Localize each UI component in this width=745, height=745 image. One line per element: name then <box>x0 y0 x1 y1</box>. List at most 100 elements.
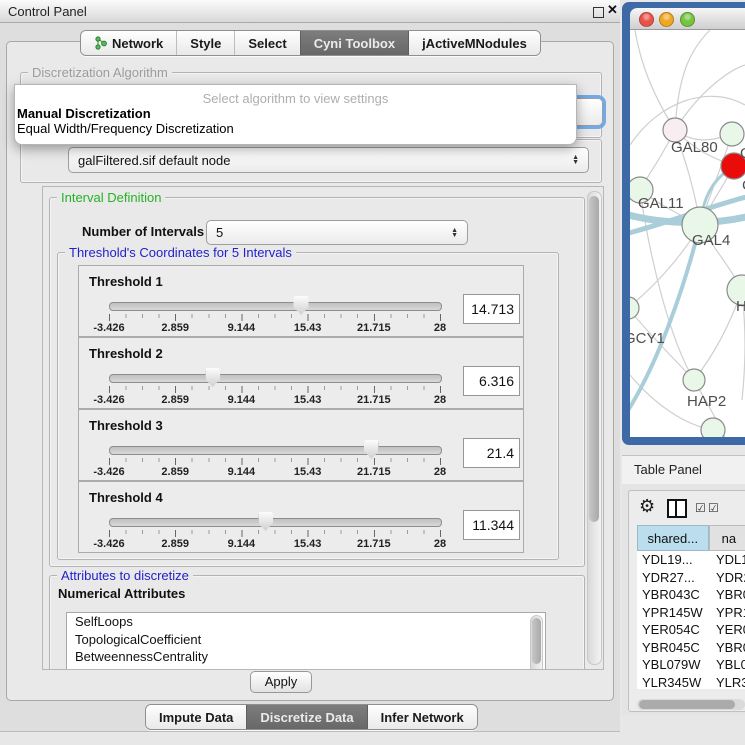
algorithm-popup: Select algorithm to view settings Manual… <box>14 84 577 145</box>
tab-label: Network <box>112 36 163 51</box>
threshold-value-field[interactable]: 21.4 <box>463 438 520 468</box>
number-of-intervals-label: Number of Intervals <box>82 224 204 239</box>
tick-label: 28 <box>434 322 446 334</box>
cell-shared-name: YBL079W <box>642 656 701 674</box>
tab-style[interactable]: Style <box>176 31 234 55</box>
minimize-traffic-light-icon[interactable] <box>659 12 674 27</box>
tab-select[interactable]: Select <box>234 31 299 55</box>
network-edge[interactable] <box>675 65 745 130</box>
apply-button[interactable]: Apply <box>250 671 312 693</box>
tab-infer-network[interactable]: Infer Network <box>367 705 477 729</box>
threshold-slider-thumb[interactable] <box>293 296 308 315</box>
network-node-label: H <box>736 298 745 315</box>
threshold-slider-thumb[interactable] <box>258 512 273 531</box>
table-data-combo[interactable]: galFiltered.sif default node ▲▼ <box>68 147 589 173</box>
tab-label: Discretize Data <box>260 710 353 725</box>
threshold-slider-track[interactable] <box>109 374 442 383</box>
tick-label: 9.144 <box>228 322 256 334</box>
pane-scrollbar[interactable] <box>587 191 602 665</box>
table-row[interactable]: YLR345WYLR3 <box>637 674 745 690</box>
zoom-traffic-light-icon[interactable] <box>680 12 695 27</box>
threshold-slider-thumb[interactable] <box>205 368 220 387</box>
table-row[interactable]: YBR043CYBR0 <box>637 586 745 604</box>
attributes-scrollbar[interactable] <box>530 615 543 670</box>
network-canvas[interactable]: GAL80GACGAL11GAL4GCY1HHAP2 <box>630 30 745 437</box>
close-traffic-light-icon[interactable] <box>639 12 654 27</box>
node-table[interactable]: shared...na YDL19...YDL1YDR27...YDR2YBR0… <box>637 525 745 689</box>
top-tab-bar: Network StyleSelectCyni ToolboxjActiveMNo… <box>80 30 541 56</box>
tick-label: 28 <box>434 394 446 406</box>
tab-impute-data[interactable]: Impute Data <box>146 705 246 729</box>
network-edge[interactable] <box>675 30 710 130</box>
pane-scrollbar-thumb[interactable] <box>589 196 599 522</box>
tick-label: 9.144 <box>228 394 256 406</box>
tick-label: -3.426 <box>93 394 124 406</box>
threshold-value-field[interactable]: 11.344 <box>463 510 520 540</box>
tick-label: 2.859 <box>161 538 189 550</box>
network-window-titlebar[interactable] <box>630 8 745 30</box>
control-panel-titlebar[interactable]: Control Panel ✕ <box>0 0 620 23</box>
tick-label: 28 <box>434 466 446 478</box>
discretization-algorithm-title: Discretization Algorithm <box>28 65 172 80</box>
tick-label: -3.426 <box>93 538 124 550</box>
threshold-slider-track[interactable] <box>109 302 442 311</box>
threshold-slider-thumb[interactable] <box>364 440 379 459</box>
attributes-group: Attributes to discretize Numerical Attri… <box>49 575 585 670</box>
network-node[interactable] <box>720 122 744 146</box>
cell-name: YDL1 <box>716 551 745 569</box>
attribute-item-selfloops[interactable]: SelfLoops <box>67 613 545 631</box>
table-row[interactable]: YDL19...YDL1 <box>637 551 745 569</box>
threshold-slider-track[interactable] <box>109 518 442 527</box>
numerical-attributes-list[interactable]: SelfLoopsTopologicalCoefficientBetweenne… <box>66 612 546 670</box>
checkbox-checked-icon[interactable]: ☑ <box>708 501 719 515</box>
network-node[interactable] <box>701 418 725 437</box>
tab-discretize-data[interactable]: Discretize Data <box>246 705 366 729</box>
tab-label: Infer Network <box>381 710 464 725</box>
threshold-slider-track[interactable] <box>109 446 442 455</box>
threshold-value-field[interactable]: 14.713 <box>463 294 520 324</box>
column-header-shared-[interactable]: shared... <box>637 525 709 551</box>
network-graph[interactable]: GAL80GACGAL11GAL4GCY1HHAP2 <box>630 30 745 437</box>
column-selector-icon[interactable] <box>667 499 687 518</box>
tab-jactivemnodules[interactable]: jActiveMNodules <box>408 31 540 55</box>
number-of-intervals-combo[interactable]: 5 ▲▼ <box>206 220 468 245</box>
threshold-panel: Threshold 2-3.4262.8599.14415.4321.71528… <box>78 337 524 409</box>
threshold-label: Threshold 3 <box>89 418 163 433</box>
threshold-label: Threshold 4 <box>89 490 163 505</box>
popup-option-equal-width-frequency-discretization[interactable]: Equal Width/Frequency Discretization <box>15 121 576 136</box>
table-header-row: shared...na <box>637 525 745 551</box>
checkbox-checked-icon[interactable]: ☑ <box>695 501 706 515</box>
table-row[interactable]: YBR045CYBR0 <box>637 639 745 657</box>
tick-labels: -3.4262.8599.14415.4321.71528 <box>109 538 440 550</box>
attributes-scrollbar-thumb[interactable] <box>532 618 541 664</box>
window-bottom-edge <box>0 731 620 745</box>
gear-icon[interactable]: ⚙ <box>639 496 655 517</box>
numerical-attributes-heading: Numerical Attributes <box>58 586 185 601</box>
table-panel-header[interactable]: Table Panel <box>622 455 745 485</box>
cell-shared-name: YLR345W <box>642 674 701 690</box>
network-node[interactable] <box>683 369 705 391</box>
float-icon[interactable] <box>593 7 604 18</box>
attribute-item-betweennesscentrality[interactable]: BetweennessCentrality <box>67 648 545 666</box>
table-hscrollbar[interactable] <box>637 699 745 710</box>
attribute-item-topologicalcoefficient[interactable]: TopologicalCoefficient <box>67 631 545 649</box>
screen: Control Panel ✕ Network StyleSelectCyni T… <box>0 0 745 745</box>
table-row[interactable]: YDR27...YDR2 <box>637 569 745 587</box>
interval-definition-group: Interval Definition Number of Intervals … <box>49 197 585 567</box>
network-edge[interactable] <box>635 30 675 130</box>
interval-definition-title: Interval Definition <box>57 190 165 205</box>
popup-option-manual-discretization[interactable]: Manual Discretization <box>15 106 576 121</box>
table-row[interactable]: YPR145WYPR1 <box>637 604 745 622</box>
threshold-panel: Threshold 4 -3.4262.8599.14415.4321.71528… <box>78 481 524 553</box>
tick-label: 2.859 <box>161 466 189 478</box>
tab-cyni-toolbox[interactable]: Cyni Toolbox <box>300 31 408 55</box>
tab-network[interactable]: Network <box>81 31 176 55</box>
threshold-value-field[interactable]: 6.316 <box>463 366 520 396</box>
close-icon[interactable]: ✕ <box>607 2 618 18</box>
table-row[interactable]: YER054CYER0 <box>637 621 745 639</box>
table-row[interactable]: YBL079W YBL0 <box>637 656 745 674</box>
table-hscrollbar-thumb[interactable] <box>639 700 735 709</box>
popup-hint: Select algorithm to view settings <box>15 85 576 106</box>
cell-name: YBL0 <box>716 656 745 674</box>
column-header-na[interactable]: na <box>709 525 745 551</box>
